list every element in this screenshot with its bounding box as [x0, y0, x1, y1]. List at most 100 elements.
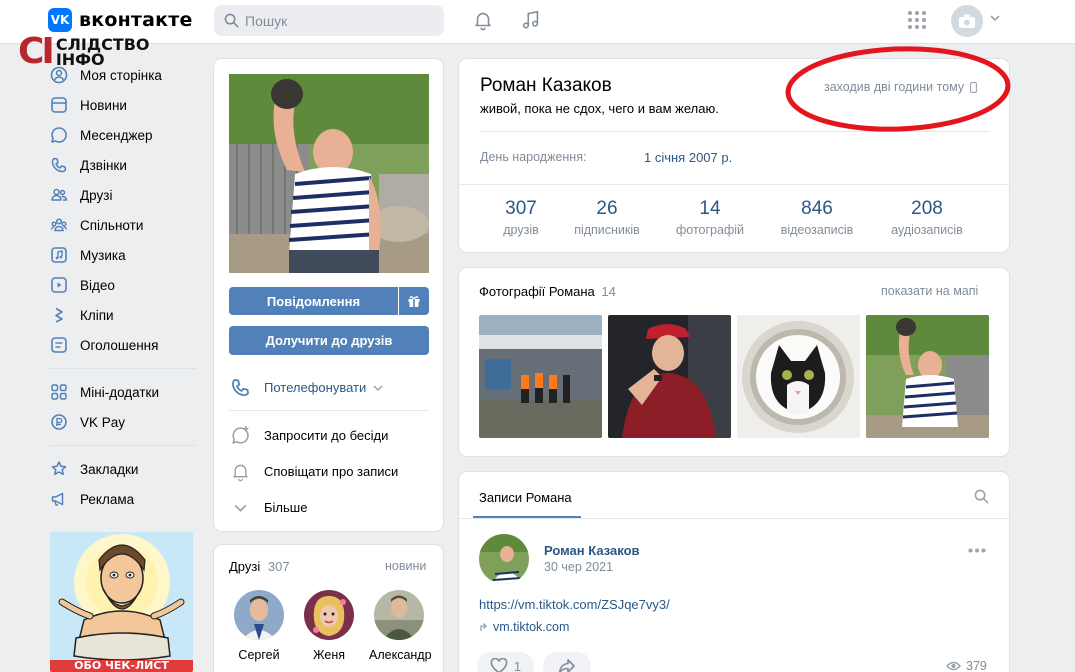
- friend-item[interactable]: Женя: [299, 590, 359, 662]
- gift-icon: [408, 296, 420, 307]
- friends-title: Друзі: [229, 559, 261, 574]
- friend-item[interactable]: Сергей: [229, 590, 289, 662]
- add-friend-button[interactable]: Долучити до друзів: [229, 326, 429, 355]
- more-options-icon[interactable]: [968, 548, 986, 553]
- post-date[interactable]: 30 чер 2021: [544, 560, 613, 574]
- nav-label: Оголошення: [80, 337, 159, 353]
- stat-photos[interactable]: 14 фотографій: [662, 198, 758, 237]
- music-icon: [50, 246, 68, 264]
- nav-classifieds[interactable]: Оголошення: [50, 330, 200, 360]
- call-action[interactable]: Потелефонувати: [230, 377, 383, 398]
- post-link[interactable]: https://vm.tiktok.com/ZSJqe7vy3/: [479, 597, 670, 612]
- nav-music[interactable]: Музика: [50, 240, 200, 270]
- invite-to-chat-action[interactable]: Запросити до бесіди: [230, 425, 388, 446]
- stat-videos[interactable]: 846 відеозаписів: [767, 198, 867, 237]
- nav-label: Спільноти: [80, 217, 144, 233]
- message-icon: [50, 126, 68, 144]
- search-box[interactable]: [214, 5, 444, 36]
- nav-my-page[interactable]: Моя сторінка: [50, 60, 200, 90]
- notifications-bell-icon[interactable]: [471, 8, 495, 32]
- nav-divider: [50, 368, 196, 369]
- friend-name: Сергей: [238, 648, 280, 662]
- gift-button[interactable]: [399, 287, 429, 315]
- post-views: 379: [946, 659, 987, 672]
- red-annotation-ellipse: [785, 46, 1011, 132]
- photos-header[interactable]: Фотографії Романа 14: [479, 284, 616, 299]
- friend-avatar: [374, 590, 424, 640]
- nav-label: Дзвінки: [80, 157, 127, 173]
- post-author-avatar[interactable]: [479, 534, 529, 584]
- photo-thumbnail[interactable]: [737, 315, 860, 438]
- nav-communities[interactable]: Спільноти: [50, 210, 200, 240]
- music-note-icon[interactable]: [519, 8, 543, 32]
- nav-divider: [50, 445, 196, 446]
- classifieds-icon: [50, 336, 68, 354]
- search-input[interactable]: [245, 12, 425, 29]
- ad-banner[interactable]: ОБО ЧЕК-ЛИСТ: [50, 532, 193, 672]
- share-icon: [558, 659, 575, 672]
- nav-label: Кліпи: [80, 307, 114, 323]
- apps-grid-icon[interactable]: [905, 8, 929, 32]
- nav-messenger[interactable]: Месенджер: [50, 120, 200, 150]
- chevron-down-icon[interactable]: [989, 14, 1001, 22]
- nav-mini-apps[interactable]: Міні-додатки: [50, 377, 200, 407]
- left-sidebar: Моя сторінка Новини Месенджер Дзвінки Др…: [50, 60, 200, 514]
- vk-logo-text: вконтакте: [79, 9, 193, 31]
- post-link-domain[interactable]: vm.tiktok.com: [479, 620, 569, 634]
- nav-vk-pay[interactable]: VK Pay: [50, 407, 200, 437]
- stat-audio[interactable]: 208 аудіозаписів: [877, 198, 977, 237]
- share-button[interactable]: [543, 652, 591, 672]
- friends-header[interactable]: Друзі 307: [229, 559, 290, 574]
- stat-label: фотографій: [675, 223, 744, 237]
- friends-news-link[interactable]: новини: [385, 559, 426, 573]
- user-avatar[interactable]: [951, 5, 983, 37]
- more-action[interactable]: Більше: [230, 497, 307, 518]
- bookmark-icon: [50, 460, 68, 478]
- like-button[interactable]: 1: [477, 652, 534, 672]
- notify-label: Сповіщати про записи: [264, 464, 399, 479]
- profile-photo[interactable]: [229, 74, 429, 273]
- photos-count: 14: [601, 284, 616, 299]
- nav-label: Відео: [80, 277, 115, 293]
- stat-label: підписників: [574, 223, 640, 237]
- link-arrow-icon: [480, 623, 487, 631]
- photo-thumbnail[interactable]: [479, 315, 602, 438]
- friends-icon: [50, 186, 68, 204]
- profile-status: живой, пока не сдох, чего и вам желаю.: [480, 101, 719, 116]
- nav-ads[interactable]: Реклама: [50, 484, 200, 514]
- birthday-value[interactable]: 1 січня 2007 р.: [644, 150, 732, 165]
- vk-logo[interactable]: VK вконтакте: [48, 8, 193, 32]
- nav-calls[interactable]: Дзвінки: [50, 150, 200, 180]
- nav-label: Друзі: [80, 187, 113, 203]
- profile-name: Роман Казаков: [480, 75, 612, 96]
- friend-avatar: [304, 590, 354, 640]
- views-count: 379: [966, 659, 987, 672]
- send-message-button[interactable]: Повідомлення: [229, 287, 398, 315]
- photo-thumbnail[interactable]: [866, 315, 989, 438]
- friend-avatar: [234, 590, 284, 640]
- search-icon: [224, 13, 239, 28]
- search-icon[interactable]: [974, 489, 989, 504]
- friend-name: Александр: [369, 648, 432, 662]
- show-on-map-link[interactable]: показати на мапі: [881, 284, 978, 298]
- nav-friends[interactable]: Друзі: [50, 180, 200, 210]
- nav-label: Месенджер: [80, 127, 153, 143]
- stat-friends[interactable]: 307 друзів: [480, 198, 562, 237]
- nav-news[interactable]: Новини: [50, 90, 200, 120]
- nav-bookmarks[interactable]: Закладки: [50, 454, 200, 484]
- domain-text: vm.tiktok.com: [493, 620, 570, 634]
- notify-posts-action[interactable]: Сповіщати про записи: [230, 461, 398, 482]
- nav-video[interactable]: Відео: [50, 270, 200, 300]
- nav-label: Реклама: [80, 491, 135, 507]
- video-icon: [50, 276, 68, 294]
- photo-thumbnail[interactable]: [608, 315, 731, 438]
- bell-icon: [233, 464, 248, 482]
- tab-posts[interactable]: Записи Романа: [479, 490, 572, 505]
- birthday-label: День народження:: [480, 150, 587, 164]
- post-author-name[interactable]: Роман Казаков: [544, 543, 640, 558]
- vk-logo-mark: VK: [48, 8, 72, 32]
- eye-icon: [946, 661, 961, 671]
- nav-clips[interactable]: Кліпи: [50, 300, 200, 330]
- friend-item[interactable]: Александр: [369, 590, 432, 662]
- stat-subscribers[interactable]: 26 підписників: [562, 198, 652, 237]
